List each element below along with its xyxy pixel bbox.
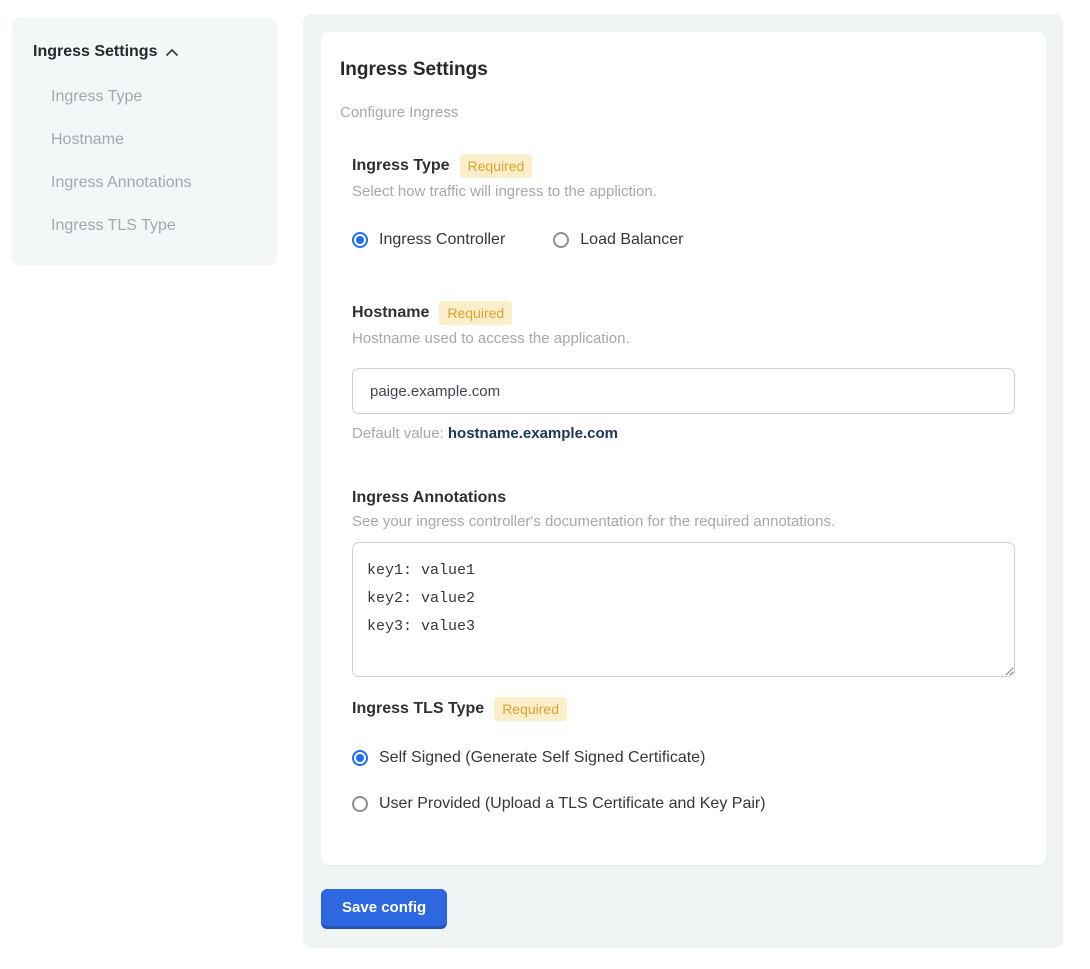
radio-label: Load Balancer (580, 229, 683, 251)
field-help-ingress-annotations: See your ingress controller's documentat… (352, 512, 1015, 531)
field-label-hostname: Hostname (352, 303, 429, 323)
field-help-hostname: Hostname used to access the application. (352, 329, 1015, 348)
ingress-annotations-textarea[interactable]: key1: value1 key2: value2 key3: value3 (352, 542, 1015, 677)
required-badge: Required (439, 301, 512, 325)
required-badge: Required (494, 697, 567, 721)
settings-sidebar: Ingress Settings Ingress Type Hostname I… (12, 17, 277, 265)
required-badge: Required (460, 154, 533, 178)
radio-label: Ingress Controller (379, 229, 505, 251)
radio-icon[interactable] (352, 796, 368, 812)
hostname-input[interactable] (352, 368, 1015, 414)
radio-label: Self Signed (Generate Self Signed Certif… (379, 747, 705, 769)
radio-option-user-provided[interactable]: User Provided (Upload a TLS Certificate … (352, 793, 1015, 815)
page-subtitle: Configure Ingress (340, 104, 1015, 122)
radio-icon[interactable] (352, 750, 368, 766)
sidebar-section-title: Ingress Settings (33, 43, 157, 61)
ingress-settings-card: Ingress Settings Configure Ingress Ingre… (321, 32, 1046, 865)
page-title: Ingress Settings (340, 58, 1015, 82)
hostname-default-line: Default value: hostname.example.com (352, 425, 1015, 443)
sidebar-item-ingress-annotations[interactable]: Ingress Annotations (51, 174, 257, 192)
radio-option-self-signed[interactable]: Self Signed (Generate Self Signed Certif… (352, 747, 1015, 769)
field-label-ingress-type: Ingress Type (352, 156, 450, 176)
field-label-ingress-annotations: Ingress Annotations (352, 488, 506, 508)
tls-type-radio-group: Self Signed (Generate Self Signed Certif… (352, 747, 1015, 815)
field-label-row: Hostname Required (352, 301, 1015, 325)
radio-option-ingress-controller[interactable]: Ingress Controller (352, 229, 505, 251)
field-group-ingress-type: Ingress Type Required Select how traffic… (352, 154, 1015, 251)
field-group-ingress-tls-type: Ingress TLS Type Required Self Signed (G… (352, 697, 1015, 815)
ingress-type-radio-group: Ingress Controller Load Balancer (352, 229, 1015, 251)
radio-option-load-balancer[interactable]: Load Balancer (553, 229, 683, 251)
field-group-ingress-annotations: Ingress Annotations See your ingress con… (352, 488, 1015, 677)
field-label-row: Ingress TLS Type Required (352, 697, 1015, 721)
main-panel: Ingress Settings Configure Ingress Ingre… (303, 14, 1063, 948)
radio-label: User Provided (Upload a TLS Certificate … (379, 793, 766, 815)
sidebar-nav: Ingress Type Hostname Ingress Annotation… (51, 88, 257, 235)
sidebar-item-ingress-tls-type[interactable]: Ingress TLS Type (51, 217, 257, 235)
sidebar-item-ingress-type[interactable]: Ingress Type (51, 88, 257, 106)
field-label-ingress-tls-type: Ingress TLS Type (352, 699, 484, 719)
default-value-text: hostname.example.com (448, 425, 618, 442)
sidebar-item-hostname[interactable]: Hostname (51, 131, 257, 149)
field-label-row: Ingress Annotations (352, 488, 1015, 508)
form-body: Ingress Type Required Select how traffic… (352, 154, 1015, 815)
radio-icon[interactable] (553, 232, 569, 248)
save-config-button[interactable]: Save config (321, 889, 447, 929)
field-label-row: Ingress Type Required (352, 154, 1015, 178)
field-group-hostname: Hostname Required Hostname used to acces… (352, 301, 1015, 443)
chevron-up-icon (165, 46, 179, 60)
default-value-prefix: Default value: (352, 425, 448, 442)
radio-icon[interactable] (352, 232, 368, 248)
field-help-ingress-type: Select how traffic will ingress to the a… (352, 182, 1015, 201)
sidebar-section-header[interactable]: Ingress Settings (33, 43, 257, 61)
